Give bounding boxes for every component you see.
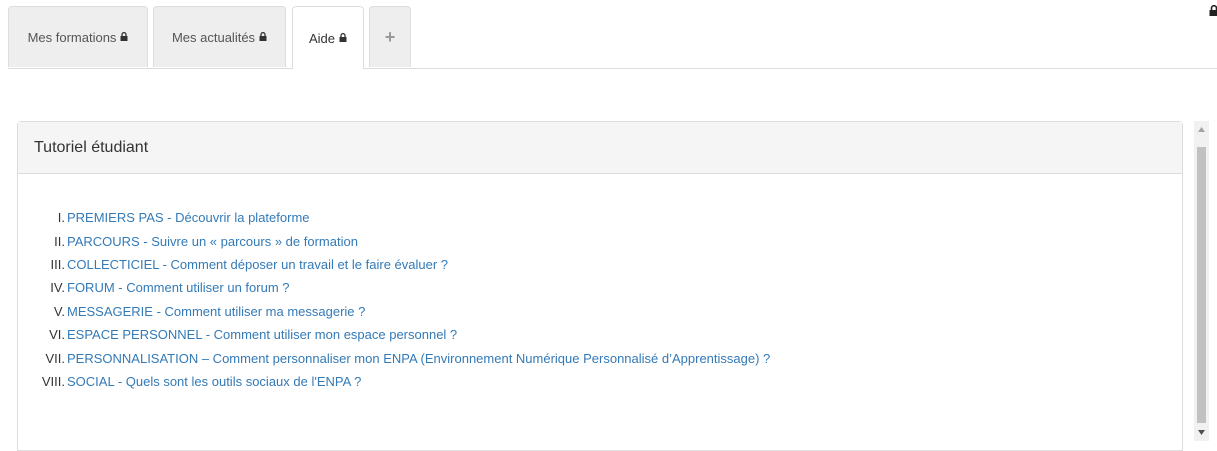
vertical-scrollbar[interactable]: [1194, 121, 1209, 441]
list-item: III.COLLECTICIEL - Comment déposer un tr…: [18, 253, 1118, 276]
tutorial-link[interactable]: COLLECTICIEL - Comment déposer un travai…: [67, 257, 448, 272]
tab-aide[interactable]: Aide: [292, 6, 364, 69]
triangle-up-icon[interactable]: [1194, 121, 1209, 138]
item-number: II.: [18, 234, 67, 249]
tutorial-link[interactable]: PERSONNALISATION – Comment personnaliser…: [67, 351, 770, 366]
tab-label: Aide: [309, 31, 335, 46]
tutorial-list: I.PREMIERS PAS - Découvrir la plateforme…: [18, 206, 1118, 393]
item-number: VI.: [18, 327, 67, 342]
item-number: VIII.: [18, 374, 67, 389]
lock-icon: [339, 33, 347, 42]
item-number: V.: [18, 304, 67, 319]
panel-title: Tutoriel étudiant: [18, 122, 1182, 174]
plus-icon: +: [385, 27, 396, 48]
list-item: I.PREMIERS PAS - Découvrir la plateforme: [18, 206, 1118, 229]
tutorial-link[interactable]: MESSAGERIE - Comment utiliser ma message…: [67, 304, 365, 319]
add-tab-button[interactable]: +: [369, 6, 411, 67]
list-item: V.MESSAGERIE - Comment utiliser ma messa…: [18, 300, 1118, 323]
lock-icon[interactable]: [1209, 4, 1217, 16]
list-item: VII.PERSONNALISATION – Comment personnal…: [18, 346, 1118, 369]
item-number: I.: [18, 210, 67, 225]
tutorial-link[interactable]: PREMIERS PAS - Découvrir la plateforme: [67, 210, 310, 225]
list-item: VI.ESPACE PERSONNEL - Comment utiliser m…: [18, 323, 1118, 346]
tutorial-link[interactable]: ESPACE PERSONNEL - Comment utiliser mon …: [67, 327, 457, 342]
triangle-down-icon[interactable]: [1194, 424, 1209, 441]
tab-label: Mes actualités: [172, 30, 255, 45]
tab-mes-formations[interactable]: Mes formations: [8, 6, 148, 67]
tutorial-link[interactable]: FORUM - Comment utiliser un forum ?: [67, 280, 290, 295]
list-item: IV.FORUM - Comment utiliser un forum ?: [18, 276, 1118, 299]
item-number: VII.: [18, 351, 67, 366]
tutorial-link[interactable]: PARCOURS - Suivre un « parcours » de for…: [67, 234, 358, 249]
tutorial-panel: Tutoriel étudiant I.PREMIERS PAS - Décou…: [17, 121, 1183, 451]
lock-icon: [259, 32, 267, 41]
list-item: VIII.SOCIAL - Quels sont les outils soci…: [18, 370, 1118, 393]
lock-icon: [120, 32, 128, 41]
tab-bar: Mes formations Mes actualités Aide +: [8, 6, 1217, 69]
tab-mes-actualites[interactable]: Mes actualités: [153, 6, 286, 67]
scrollbar-thumb[interactable]: [1197, 147, 1206, 423]
item-number: III.: [18, 257, 67, 272]
tutorial-link[interactable]: SOCIAL - Quels sont les outils sociaux d…: [67, 374, 361, 389]
list-item: II.PARCOURS - Suivre un « parcours » de …: [18, 229, 1118, 252]
tab-label: Mes formations: [28, 30, 117, 45]
item-number: IV.: [18, 280, 67, 295]
